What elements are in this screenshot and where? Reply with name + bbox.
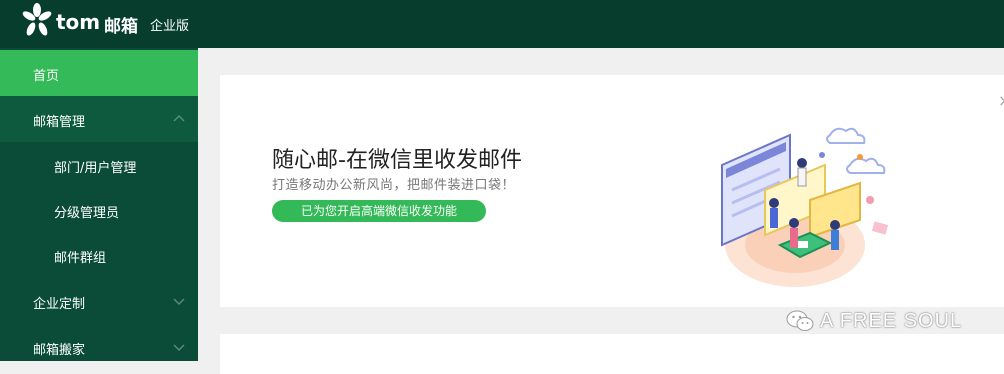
sidebar-item-mailbox-management[interactable]: 邮箱管理 (0, 96, 198, 142)
chevron-up-icon (173, 115, 185, 122)
sidebar-item-label: 首页 (33, 69, 60, 84)
chevron-down-icon (173, 298, 185, 305)
edition-label: 企业版 (150, 19, 190, 34)
sidebar-item-department-users[interactable]: 部门/用户管理 (0, 142, 198, 188)
promo-illustration (721, 127, 889, 287)
promo-card: × 随心邮-在微信里收发邮件 打造移动办公新风尚，把邮件装进口袋！ 已为您开启高… (220, 75, 1004, 307)
chevron-down-icon (173, 344, 185, 351)
watermark-text: A FREE SOUL (820, 310, 963, 332)
sidebar-item-label: 企业定制 (33, 297, 86, 312)
sidebar-item-mail-groups[interactable]: 邮件群组 (0, 232, 198, 278)
sidebar-item-label: 邮箱搬家 (33, 343, 86, 358)
secondary-card (220, 334, 1004, 374)
sidebar-item-label: 邮箱管理 (33, 115, 86, 130)
sidebar-item-home[interactable]: 首页 (0, 50, 198, 96)
tom-logo-icon[interactable] (22, 2, 52, 38)
sidebar-item-label: 邮件群组 (54, 251, 107, 266)
close-icon[interactable]: × (998, 91, 1004, 110)
sidebar-item-tiered-admins[interactable]: 分级管理员 (0, 187, 198, 233)
logo-text: tom (56, 10, 101, 34)
wechat-icon (786, 310, 814, 331)
brand-name: 邮箱 (104, 17, 138, 37)
sidebar-item-mailbox-migration[interactable]: 邮箱搬家 (0, 324, 198, 370)
watermark: A FREE SOUL (786, 308, 986, 334)
top-bar: tom 邮箱 企业版 (0, 0, 1004, 48)
sidebar-item-enterprise-customization[interactable]: 企业定制 (0, 278, 198, 324)
sidebar: 首页 邮箱管理 部门/用户管理 分级管理员 邮件群组 企业定制 邮箱搬家 (0, 48, 198, 361)
promo-title: 随心邮-在微信里收发邮件 (272, 148, 522, 173)
promo-subtitle: 打造移动办公新风尚，把邮件装进口袋！ (272, 178, 516, 193)
sidebar-item-label: 部门/用户管理 (54, 161, 137, 176)
wechat-feature-button[interactable]: 已为您开启高端微信收发功能 (272, 200, 486, 222)
sidebar-item-label: 分级管理员 (54, 206, 120, 221)
